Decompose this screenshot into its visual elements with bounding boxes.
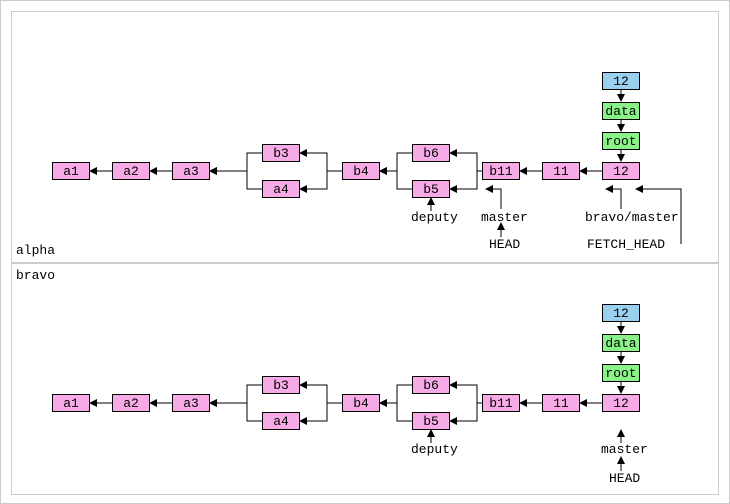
tree-data: data xyxy=(602,102,640,120)
label-master-b: master xyxy=(601,442,648,457)
commit-b4: b4 xyxy=(342,162,380,180)
label-bravo-master: bravo/master xyxy=(585,210,679,225)
commit-a2: a2 xyxy=(112,162,150,180)
commit-a2-b: a2 xyxy=(112,394,150,412)
panel-alpha: alpha xyxy=(11,11,719,263)
commit-a4: a4 xyxy=(262,180,300,198)
diagram: alpha xyxy=(0,0,730,504)
panel-bravo-label: bravo xyxy=(16,268,55,283)
label-head: HEAD xyxy=(489,237,520,252)
commit-b6-b: b6 xyxy=(412,376,450,394)
commit-11-b: 11 xyxy=(542,394,580,412)
tree-data-b: data xyxy=(602,334,640,352)
commit-b4-b: b4 xyxy=(342,394,380,412)
label-head-b: HEAD xyxy=(609,471,640,486)
commit-a3-b: a3 xyxy=(172,394,210,412)
blob-12-b: 12 xyxy=(602,304,640,322)
commit-b11: b11 xyxy=(482,162,520,180)
panel-alpha-label: alpha xyxy=(16,243,55,258)
tree-root: root xyxy=(602,132,640,150)
commit-b5: b5 xyxy=(412,180,450,198)
label-deputy: deputy xyxy=(411,210,458,225)
commit-12-b: 12 xyxy=(602,394,640,412)
label-master: master xyxy=(481,210,528,225)
commit-12: 12 xyxy=(602,162,640,180)
commit-b3-b: b3 xyxy=(262,376,300,394)
commit-a3: a3 xyxy=(172,162,210,180)
commit-b11-b: b11 xyxy=(482,394,520,412)
panel-bravo: bravo a1 xyxy=(11,263,719,495)
commit-b5-b: b5 xyxy=(412,412,450,430)
commit-b3: b3 xyxy=(262,144,300,162)
commit-b6: b6 xyxy=(412,144,450,162)
blob-12: 12 xyxy=(602,72,640,90)
commit-a1-b: a1 xyxy=(52,394,90,412)
commit-a1: a1 xyxy=(52,162,90,180)
label-deputy-b: deputy xyxy=(411,442,458,457)
label-fetch-head: FETCH_HEAD xyxy=(587,237,665,252)
commit-a4-b: a4 xyxy=(262,412,300,430)
commit-11: 11 xyxy=(542,162,580,180)
tree-root-b: root xyxy=(602,364,640,382)
